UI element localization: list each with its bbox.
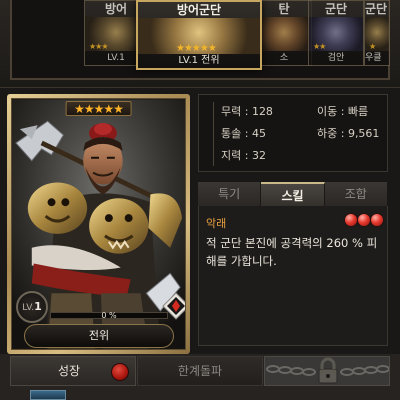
carousel-card-level: LV.1 전위 — [138, 54, 260, 68]
carousel-card-level: 우클 — [365, 51, 389, 65]
carousel-card-stars: ★★ — [313, 42, 326, 51]
skill-level-gems — [345, 214, 383, 226]
red-gem-icon — [345, 214, 357, 226]
hero-stats-panel: 무력 : 128 통솔 : 45 지력 : 32 이동 : 빠름 하중 : 9,… — [198, 94, 388, 172]
skill-description: 적 군단 본진에 공격력의 260 % 피해를 가합니다. — [206, 236, 378, 268]
hero-level-badge: LV.1 — [16, 291, 48, 323]
hero-level-value: 1 — [34, 300, 42, 313]
stat-command: 통솔 : 45 — [221, 127, 266, 140]
tab-combination[interactable]: 조합 — [324, 182, 388, 206]
info-tabs: 특기 스킬 조합 — [198, 182, 388, 206]
carousel-card-portrait — [257, 17, 311, 51]
carousel-card-title: 탄 — [257, 1, 311, 17]
stats-divider — [213, 102, 214, 166]
limit-break-button[interactable]: 한계돌파 — [137, 356, 263, 386]
carousel-card-level: 검안 — [309, 51, 363, 65]
hero-card-inner: ★★★★★ LV.1 0 % 전위 — [11, 98, 186, 350]
red-gem-icon — [371, 214, 383, 226]
tab-specialty[interactable]: 특기 — [198, 182, 262, 206]
stat-movement: 이동 : 빠름 — [317, 105, 369, 118]
carousel-card-title: 군단 — [309, 1, 363, 17]
carousel-card[interactable]: 군단 ★★ 검안 — [308, 0, 364, 66]
hero-level-prefix: LV. — [22, 303, 35, 313]
carousel-card-stars: ★★★ — [89, 42, 108, 51]
hero-rank-label: 전위 — [24, 324, 174, 348]
carousel-card-stars: ★ — [369, 42, 376, 51]
skill-panel: 악래 적 군단 본진에 공격력의 260 % 피해를 가합니다. — [198, 206, 388, 346]
stat-force: 무력 : 128 — [221, 105, 273, 118]
growth-button[interactable]: 성장 — [10, 356, 136, 386]
red-dot-icon — [111, 363, 129, 381]
hero-exp-text: 0 % — [101, 311, 117, 320]
carousel-card[interactable]: 군단 ★ 우클 — [364, 0, 390, 66]
carousel-card-level: 소 — [257, 51, 311, 65]
carousel-card-selected[interactable]: 방어군단 ★★★★★ LV.1 전위 — [136, 0, 262, 70]
locked-slot[interactable] — [264, 356, 390, 386]
hero-carousel[interactable]: 방어 ★★★ LV.1 탄 소 군단 ★★ 검안 군단 ★ 우클 방어군단 ★★… — [0, 0, 400, 88]
skill-name: 악래 — [206, 217, 227, 230]
carousel-card-title: 군단 — [365, 1, 389, 17]
bottom-item-thumbnail[interactable] — [30, 390, 66, 400]
red-gem-icon — [358, 214, 370, 226]
tab-skill[interactable]: 스킬 — [261, 182, 325, 206]
chain-lock-icon — [266, 357, 389, 384]
stat-intellect: 지력 : 32 — [221, 149, 266, 162]
growth-button-label: 성장 — [58, 364, 81, 378]
carousel-card-title: 방어군단 — [138, 2, 260, 18]
hero-card[interactable]: ★★★★★ LV.1 0 % 전위 — [7, 94, 190, 354]
carousel-card-stars: ★★★★★ — [176, 43, 217, 54]
carousel-card[interactable]: 탄 소 — [256, 0, 312, 66]
bottom-action-bar: 성장 한계돌파 — [0, 354, 400, 400]
hero-star-rating: ★★★★★ — [65, 101, 132, 116]
stat-weight: 하중 : 9,561 — [317, 127, 380, 140]
